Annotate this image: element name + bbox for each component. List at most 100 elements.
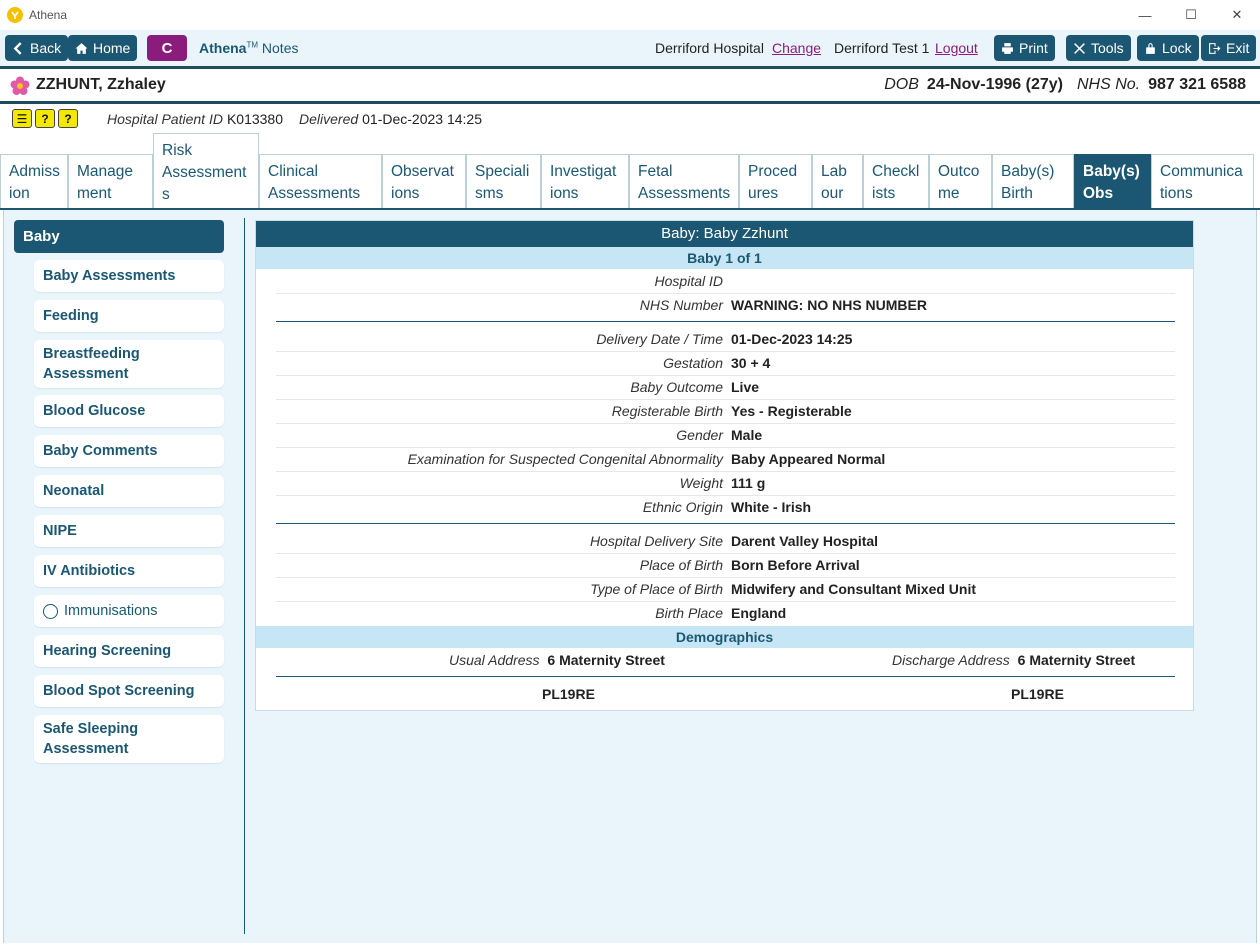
delivered-info: Delivered 01-Dec-2023 14:25 <box>299 111 482 127</box>
tab-fetal-assessments[interactable]: Fetal Assessments <box>629 154 739 209</box>
user-name: Derriford Test 1 <box>834 40 930 56</box>
dob-value: 24-Nov-1996 (27y) <box>926 76 1063 93</box>
detail-row: Type of Place of Birth Midwifery and Cons… <box>276 578 1175 602</box>
close-window-button[interactable]: ✕ <box>1214 0 1260 30</box>
tab-admission[interactable]: Admiss ion <box>0 154 68 209</box>
flower-icon <box>10 76 30 95</box>
maximize-button[interactable]: ☐ <box>1168 0 1214 30</box>
field-value: 01-Dec-2023 14:25 <box>731 331 853 347</box>
sidebar-item-feeding[interactable]: Feeding <box>34 300 224 332</box>
nhs-value: 987 321 6588 <box>1148 76 1246 93</box>
field-label: Hospital Delivery Site <box>589 533 723 549</box>
detail-row: Birth Place England <box>276 602 1175 626</box>
sidebar-item-breastfeeding-assessment[interactable]: Breastfeeding Assessment <box>34 340 224 388</box>
sidebar-divider <box>244 218 245 934</box>
detail-row: Gender Male <box>276 424 1175 448</box>
section-separator <box>276 523 1175 524</box>
field-value: White - Irish <box>731 499 812 515</box>
field-value: 111 g <box>731 475 766 491</box>
tab-checklists[interactable]: Checkl ists <box>863 154 929 209</box>
field-value: Darent Valley Hospital <box>731 533 879 549</box>
print-button[interactable]: Print <box>994 35 1055 61</box>
tab-babys-obs[interactable]: Baby(s) Obs <box>1074 154 1151 209</box>
field-value: Live <box>731 379 760 395</box>
tab-procedures[interactable]: Proced ures <box>739 154 812 209</box>
tools-icon <box>1074 42 1085 54</box>
detail-row: NHS Number WARNING: NO NHS NUMBER <box>276 294 1175 318</box>
hospital-name: Derriford Hospital <box>655 40 764 56</box>
tools-button[interactable]: Tools <box>1066 35 1131 61</box>
lock-label: Lock <box>1162 40 1192 56</box>
detail-row: Hospital ID <box>276 270 1175 294</box>
field-label: Type of Place of Birth <box>590 581 723 597</box>
tab-risk-assessments[interactable]: Risk Assessment s <box>153 133 259 209</box>
printer-icon <box>1002 42 1013 54</box>
tab-investigations[interactable]: Investigat ions <box>541 154 629 209</box>
field-value: Baby Appeared Normal <box>731 451 886 467</box>
lock-button[interactable]: Lock <box>1137 35 1199 61</box>
sidebar-item-nipe[interactable]: NIPE <box>34 515 224 547</box>
tab-outcome[interactable]: Outco me <box>929 154 992 209</box>
field-label: Weight <box>679 475 723 491</box>
sidebar-item-blood-spot-screening[interactable]: Blood Spot Screening <box>34 675 224 707</box>
field-value: WARNING: NO NHS NUMBER <box>731 297 927 313</box>
sidebar-header-baby[interactable]: Baby <box>14 220 224 253</box>
field-label: Place of Birth <box>639 557 723 573</box>
tab-clinical-assessments[interactable]: Clinical Assessments <box>259 154 382 209</box>
app-brand: AthenaTM Notes <box>199 40 299 56</box>
sidebar-item-safe-sleeping-assessment[interactable]: Safe Sleeping Assessment <box>34 715 224 763</box>
field-label: Baby Outcome <box>630 379 723 395</box>
print-label: Print <box>1019 40 1048 56</box>
logout-link[interactable]: Logout <box>935 40 978 56</box>
tab-management[interactable]: Manage ment <box>68 154 153 209</box>
tab-babys-birth[interactable]: Baby(s) Birth <box>992 154 1074 209</box>
detail-row: Baby Outcome Live <box>276 376 1175 400</box>
sidebar-item-baby-comments[interactable]: Baby Comments <box>34 435 224 467</box>
detail-row: Hospital Delivery Site Darent Valley Hosp… <box>276 530 1175 554</box>
tab-communications[interactable]: Communica tions <box>1151 154 1254 209</box>
detail-row: Registerable Birth Yes - Registerable <box>276 400 1175 424</box>
delivered-value: 01-Dec-2023 14:25 <box>362 111 483 127</box>
sidebar-item-baby-assessments[interactable]: Baby Assessments <box>34 260 224 292</box>
tools-label: Tools <box>1091 40 1124 56</box>
question-alert-icon[interactable]: ? <box>35 109 55 128</box>
back-label: Back <box>30 40 62 56</box>
minimize-button[interactable]: — <box>1122 0 1168 30</box>
detail-row: Weight 111 g <box>276 472 1175 496</box>
toolbar: Back Home C AthenaTM Notes Derriford Hos… <box>0 30 1260 66</box>
detail-row: Delivery Date / Time 01-Dec-2023 14:25 <box>276 328 1175 352</box>
question-alert-icon-2[interactable]: ? <box>58 109 78 128</box>
field-label: Registerable Birth <box>611 403 723 419</box>
list-alert-icon[interactable]: ☰ <box>12 109 32 128</box>
c-button[interactable]: C <box>147 35 187 61</box>
tab-observations[interactable]: Observat ions <box>382 154 466 209</box>
field-label: Ethnic Origin <box>642 499 723 515</box>
field-label: NHS Number <box>639 297 723 313</box>
field-value: England <box>731 605 787 621</box>
main-tabs: Admiss ion Manage ment Risk Assessment s Cli… <box>0 133 1260 209</box>
home-button[interactable]: Home <box>68 35 138 61</box>
field-label: Delivery Date / Time <box>596 331 723 347</box>
sidebar-item-immunisations[interactable]: Immunisations <box>34 595 224 627</box>
sidebar-item-hearing-screening[interactable]: Hearing Screening <box>34 635 224 667</box>
detail-row: Examination for Suspected Congenital Abn… <box>276 448 1175 472</box>
back-button[interactable]: Back <box>5 35 69 61</box>
detail-row: Place of Birth Born Before Arrival <box>276 554 1175 578</box>
sidebar-item-blood-glucose[interactable]: Blood Glucose <box>34 395 224 427</box>
nhs-label: NHS No. <box>1077 76 1141 93</box>
sidebar-item-neonatal[interactable]: Neonatal <box>34 475 224 507</box>
hospital-id-label: Hospital Patient ID <box>107 111 223 127</box>
tab-labour[interactable]: Lab our <box>812 154 863 209</box>
title-bar: Athena — ☐ ✕ <box>0 0 1260 30</box>
change-hospital-link[interactable]: Change <box>772 40 821 56</box>
home-label: Home <box>93 40 131 56</box>
lock-icon <box>1146 42 1155 54</box>
radio-icon <box>43 603 58 619</box>
hospital-patient-id: Hospital Patient ID K013380 <box>107 111 283 127</box>
detail-row: Gestation 30 + 4 <box>276 352 1175 376</box>
tab-specialisms[interactable]: Speciali sms <box>466 154 541 209</box>
sidebar-item-iv-antibiotics[interactable]: IV Antibiotics <box>34 555 224 587</box>
patient-divider <box>0 101 1260 104</box>
exit-button[interactable]: Exit <box>1201 35 1257 61</box>
home-icon <box>75 42 88 54</box>
